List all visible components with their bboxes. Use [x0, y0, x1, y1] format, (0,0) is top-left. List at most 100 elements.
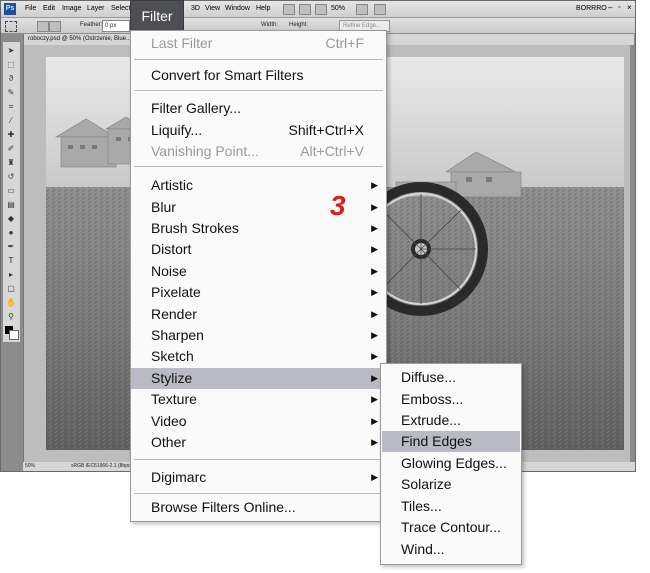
quick-selection-tool-icon[interactable]: ✎ [6, 88, 16, 98]
path-selection-tool-icon[interactable]: ▸ [6, 270, 16, 280]
video-submenu-item[interactable]: Video ▶ [131, 411, 386, 432]
brush-strokes-submenu-item[interactable]: Brush Strokes ▶ [131, 218, 386, 239]
workspace-switcher[interactable]: BORRRO [576, 5, 607, 12]
other-submenu-item[interactable]: Other ▶ [131, 432, 386, 453]
menu-separator [134, 493, 383, 494]
sharpen-submenu-item[interactable]: Sharpen ▶ [131, 325, 386, 346]
close-icon[interactable]: × [627, 3, 632, 12]
submenu-arrow-icon: ▶ [371, 416, 378, 426]
step-number-annotation: 3 [330, 190, 346, 221]
submenu-arrow-icon: ▶ [371, 373, 378, 383]
filter-menu: Last Filter Ctrl+F Convert for Smart Fil… [130, 30, 387, 522]
submenu-arrow-icon: ▶ [371, 472, 378, 482]
menu-separator [134, 90, 383, 91]
submenu-arrow-icon: ▶ [371, 309, 378, 319]
status-zoom[interactable]: 50% [25, 462, 35, 471]
liquify-item[interactable]: Liquify... Shift+Ctrl+X [131, 120, 386, 141]
status-profile[interactable]: sRGB IEC61966-2.1 (8bpc) [71, 462, 132, 471]
blur-submenu-item[interactable]: Blur ▶ [131, 197, 386, 218]
diffuse-item[interactable]: Diffuse... [382, 367, 520, 388]
stylize-submenu-item[interactable]: Stylize ▶ [131, 368, 386, 389]
submenu-arrow-icon: ▶ [371, 202, 378, 212]
browse-filters-online-item[interactable]: Browse Filters Online... [131, 497, 386, 518]
find-edges-item[interactable]: Find Edges [382, 431, 520, 452]
menu-3d[interactable]: 3D [191, 5, 200, 12]
menu-layer[interactable]: Layer [87, 5, 105, 12]
submenu-arrow-icon: ▶ [371, 330, 378, 340]
blur-tool-icon[interactable]: ◆ [6, 214, 16, 224]
marquee-tool-icon[interactable]: ⬚ [6, 60, 16, 70]
eraser-tool-icon[interactable]: ▭ [6, 186, 16, 196]
stylize-submenu: Diffuse... Emboss... Extrude... Find Edg… [380, 363, 522, 565]
zoom-tool-icon[interactable]: ⚲ [6, 312, 16, 322]
menu-select[interactable]: Select [111, 5, 130, 12]
minimize-icon[interactable]: ‒ [608, 3, 612, 12]
menu-image[interactable]: Image [62, 5, 81, 12]
healing-brush-tool-icon[interactable]: ✚ [6, 130, 16, 140]
pen-tool-icon[interactable]: ✒ [6, 242, 16, 252]
sketch-submenu-item[interactable]: Sketch ▶ [131, 346, 386, 367]
screen-mode-icon[interactable] [374, 4, 386, 15]
selection-mode-icon[interactable] [37, 21, 49, 32]
last-filter-item[interactable]: Last Filter Ctrl+F [131, 33, 386, 54]
extrude-item[interactable]: Extrude... [382, 410, 520, 431]
pixelate-submenu-item[interactable]: Pixelate ▶ [131, 282, 386, 303]
marquee-tool-icon[interactable] [5, 21, 17, 32]
submenu-arrow-icon: ▶ [371, 437, 378, 447]
menu-separator [134, 459, 383, 460]
hand-tool-icon[interactable]: ✋ [6, 298, 16, 308]
move-tool-icon[interactable]: ➤ [6, 46, 16, 56]
lasso-tool-icon[interactable]: ϑ [6, 74, 16, 84]
height-label: Height: [289, 22, 309, 28]
maximize-icon[interactable]: ▫ [618, 4, 620, 11]
glowing-edges-item[interactable]: Glowing Edges... [382, 453, 520, 474]
vanishing-point-item[interactable]: Vanishing Point... Alt+Ctrl+V [131, 141, 386, 162]
history-brush-tool-icon[interactable]: ↺ [6, 172, 16, 182]
submenu-arrow-icon: ▶ [371, 394, 378, 404]
bridge-icon[interactable] [283, 4, 295, 15]
submenu-arrow-icon: ▶ [371, 244, 378, 254]
arrange-documents-icon[interactable] [356, 4, 368, 15]
type-tool-icon[interactable]: T [6, 256, 16, 266]
crop-tool-icon[interactable]: ⌗ [6, 102, 16, 112]
menu-bar: Ps File Edit Image Layer Select 3D View … [1, 1, 635, 18]
menu-edit[interactable]: Edit [43, 5, 55, 12]
clone-stamp-tool-icon[interactable]: ♜ [6, 158, 16, 168]
distort-submenu-item[interactable]: Distort ▶ [131, 239, 386, 260]
texture-submenu-item[interactable]: Texture ▶ [131, 389, 386, 410]
brush-tool-icon[interactable]: ✐ [6, 144, 16, 154]
solarize-item[interactable]: Solarize [382, 474, 520, 495]
gradient-tool-icon[interactable]: ▤ [6, 200, 16, 210]
convert-smart-filters-item[interactable]: Convert for Smart Filters [131, 65, 386, 86]
menu-view[interactable]: View [205, 5, 220, 12]
filter-gallery-item[interactable]: Filter Gallery... [131, 98, 386, 119]
feather-label: Feather: [80, 22, 103, 28]
submenu-arrow-icon: ▶ [371, 287, 378, 297]
tiles-item[interactable]: Tiles... [382, 496, 520, 517]
trace-contour-item[interactable]: Trace Contour... [382, 517, 520, 538]
shape-tool-icon[interactable]: ▢ [6, 284, 16, 294]
menu-separator [134, 166, 383, 167]
width-label: Width: [261, 22, 279, 28]
wind-item[interactable]: Wind... [382, 539, 520, 560]
dodge-tool-icon[interactable]: ● [6, 228, 16, 238]
menu-file[interactable]: File [25, 5, 36, 12]
zoom-level[interactable]: 50% [331, 5, 345, 12]
emboss-item[interactable]: Emboss... [382, 389, 520, 410]
render-submenu-item[interactable]: Render ▶ [131, 304, 386, 325]
noise-submenu-item[interactable]: Noise ▶ [131, 261, 386, 282]
filter-menu-title[interactable]: Filter [130, 0, 184, 31]
mini-bridge-icon[interactable] [299, 4, 311, 15]
artistic-submenu-item[interactable]: Artistic ▶ [131, 175, 386, 196]
selection-add-icon[interactable] [49, 21, 61, 32]
submenu-arrow-icon: ▶ [371, 266, 378, 276]
menu-window[interactable]: Window [225, 5, 250, 12]
menu-help[interactable]: Help [256, 5, 270, 12]
feather-input[interactable]: 0 px [102, 20, 130, 32]
background-color-swatch[interactable] [9, 330, 19, 340]
eyedropper-tool-icon[interactable]: ⁄ [6, 116, 16, 126]
digimarc-submenu-item[interactable]: Digimarc ▶ [131, 467, 386, 488]
tools-panel: ➤ ⬚ ϑ ✎ ⌗ ⁄ ✚ ✐ ♜ ↺ ▭ ▤ ◆ ● ✒ T ▸ ▢ ✋ ⚲ [2, 41, 21, 343]
hand-tool-icon[interactable] [315, 4, 327, 15]
submenu-arrow-icon: ▶ [371, 223, 378, 233]
